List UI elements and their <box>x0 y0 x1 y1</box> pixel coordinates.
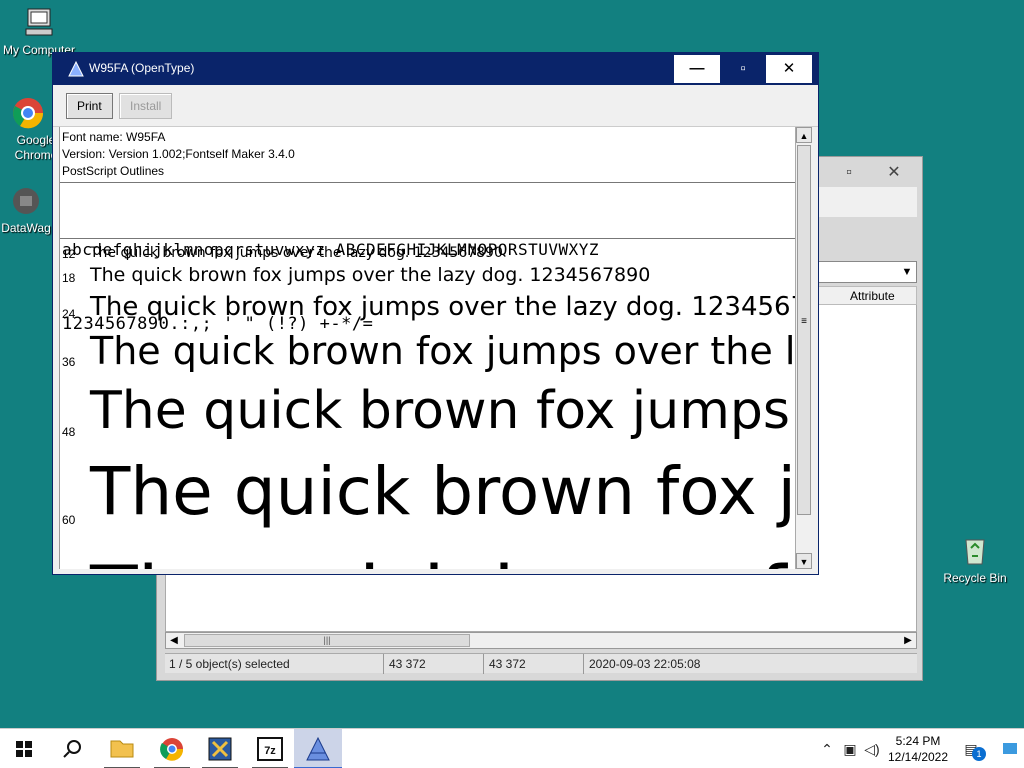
show-hidden-icons[interactable]: ⌃ <box>816 729 838 768</box>
font-viewer-window[interactable]: W95FA (OpenType) — ▫ ✕ Print Install Fon… <box>52 52 819 575</box>
clock[interactable]: 5:24 PM 12/14/2022 <box>882 733 954 765</box>
datawag-icon <box>208 737 232 761</box>
sample-line-48: 48 The quick brown fox jumps over the la… <box>62 381 796 441</box>
volume-icon[interactable]: ◁) <box>862 729 882 768</box>
minimize-button[interactable]: — <box>674 55 720 83</box>
desktop-icon-datawag[interactable]: DataWag <box>0 184 56 236</box>
show-desktop-button[interactable] <box>996 729 1024 768</box>
toolbar: Print Install <box>53 85 818 127</box>
network-icon[interactable]: ▣ <box>840 729 860 768</box>
maximize-button[interactable]: ▫ <box>721 55 765 83</box>
sample-line-60: 60 The quick brown fox jumps over the la… <box>62 453 796 530</box>
title-bar[interactable]: W95FA (OpenType) — ▫ ✕ <box>53 53 818 85</box>
status-selection: 1 / 5 object(s) selected <box>169 657 290 671</box>
svg-text:7z: 7z <box>264 745 276 757</box>
desktop-icon-label: DataWag <box>1 221 51 235</box>
clock-time: 5:24 PM <box>895 734 941 748</box>
scroll-right-icon[interactable]: ▶ <box>900 633 916 648</box>
taskbar-datawag[interactable] <box>196 729 244 768</box>
horizontal-scrollbar[interactable]: ◀ ||| ▶ <box>165 632 917 649</box>
clock-date: 12/14/2022 <box>887 750 949 764</box>
sample-line-24: 24 The quick brown fox jumps over the la… <box>62 292 796 322</box>
font-preview: Font name: W95FA Version: Version 1.002;… <box>59 127 812 569</box>
file-explorer-icon <box>110 740 134 758</box>
search-icon <box>63 740 81 758</box>
desktop-icon-recycle-bin[interactable]: Recycle Bin <box>936 534 1014 586</box>
taskbar-chrome[interactable] <box>148 729 196 768</box>
windows-icon <box>16 741 32 757</box>
font-viewer-icon <box>306 736 330 761</box>
sample-line-12: 12 The quick brown fox jumps over the la… <box>62 245 503 261</box>
action-center-button[interactable]: ▤ 1 <box>956 729 986 768</box>
sample-line-72: The quick brown fox jumps over the lazy … <box>60 541 796 569</box>
scrollbar-thumb[interactable]: ≡ <box>797 145 811 515</box>
scroll-up-icon[interactable]: ▲ <box>796 127 812 143</box>
print-button[interactable]: Print <box>66 93 113 119</box>
desktop-icon-chrome[interactable]: Google Chrome <box>0 96 58 163</box>
status-packed-size: 43 372 <box>489 657 526 671</box>
status-modified: 2020-09-03 22:05:08 <box>589 657 701 671</box>
path-dropdown[interactable]: ▼ <box>817 261 917 283</box>
taskbar-7zip[interactable]: 7z <box>246 729 294 768</box>
scrollbar-thumb[interactable]: ||| <box>184 634 470 647</box>
desktop-icon-my-computer[interactable]: My Computer <box>0 6 78 58</box>
desktop-icon-label: Recycle Bin <box>943 571 1007 585</box>
taskbar-file-explorer[interactable] <box>98 729 146 768</box>
7zip-icon: 7z <box>257 737 283 761</box>
close-button[interactable]: ✕ <box>872 159 916 187</box>
start-button[interactable] <box>0 729 48 768</box>
status-size: 43 372 <box>389 657 426 671</box>
font-version: Version: Version 1.002;Fontself Maker 3.… <box>62 147 295 161</box>
scroll-left-icon[interactable]: ◀ <box>166 633 182 648</box>
window-title: W95FA (OpenType) <box>89 61 195 75</box>
taskbar: 7z ⌃ ▣ ◁) 5:24 PM 12/14/2022 ▤ 1 <box>0 728 1024 768</box>
search-button[interactable] <box>48 729 96 768</box>
status-bar: 1 / 5 object(s) selected 43 372 43 372 2… <box>165 653 917 674</box>
maximize-button[interactable]: ▫ <box>827 159 871 187</box>
scroll-down-icon[interactable]: ▼ <box>796 553 812 569</box>
computer-icon <box>22 6 56 40</box>
recycle-bin-icon <box>958 534 992 568</box>
close-button[interactable]: ✕ <box>766 55 812 83</box>
font-outline-type: PostScript Outlines <box>62 164 165 178</box>
sample-line-18: 18 The quick brown fox jumps over the la… <box>62 264 651 286</box>
chrome-icon <box>11 96 45 130</box>
column-header-attribute[interactable]: Attribute <box>817 286 917 305</box>
chrome-icon <box>160 738 184 761</box>
notification-count-badge: 1 <box>972 747 986 761</box>
desktop-icon <box>1003 743 1017 754</box>
chevron-down-icon[interactable]: ▼ <box>898 262 916 282</box>
font-viewer-icon <box>68 60 84 77</box>
vertical-scrollbar[interactable]: ▲ ≡ ▼ <box>795 127 812 569</box>
datawag-icon <box>9 184 43 218</box>
taskbar-font-viewer[interactable] <box>294 729 342 768</box>
install-button[interactable]: Install <box>119 93 173 119</box>
font-info: Font name: W95FA Version: Version 1.002;… <box>62 129 295 180</box>
sample-line-36: 36 The quick brown fox jumps over the la… <box>62 329 796 373</box>
font-name: Font name: W95FA <box>62 130 166 144</box>
